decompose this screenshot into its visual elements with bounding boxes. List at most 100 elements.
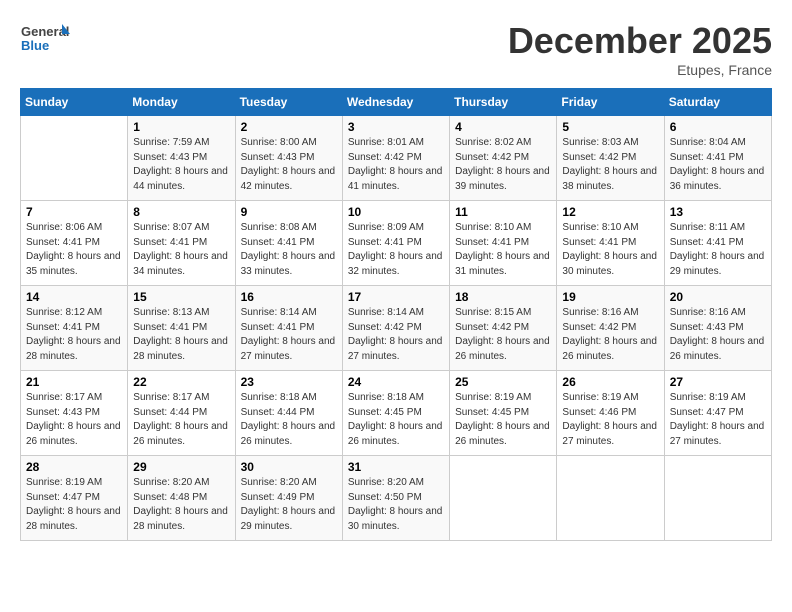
- calendar-cell: 27 Sunrise: 8:19 AMSunset: 4:47 PMDaylig…: [664, 371, 771, 456]
- calendar-cell: 18 Sunrise: 8:15 AMSunset: 4:42 PMDaylig…: [450, 286, 557, 371]
- calendar-cell: 9 Sunrise: 8:08 AMSunset: 4:41 PMDayligh…: [235, 201, 342, 286]
- day-info: Sunrise: 8:15 AMSunset: 4:42 PMDaylight:…: [455, 306, 551, 364]
- day-number: 9: [241, 205, 337, 219]
- day-info: Sunrise: 8:00 AMSunset: 4:43 PMDaylight:…: [241, 136, 337, 194]
- calendar-cell: 30 Sunrise: 8:20 AMSunset: 4:49 PMDaylig…: [235, 456, 342, 541]
- day-info: Sunrise: 8:03 AMSunset: 4:42 PMDaylight:…: [562, 136, 658, 194]
- calendar-cell: 1 Sunrise: 7:59 AMSunset: 4:43 PMDayligh…: [128, 116, 235, 201]
- calendar-cell: 21 Sunrise: 8:17 AMSunset: 4:43 PMDaylig…: [21, 371, 128, 456]
- calendar-cell: [557, 456, 664, 541]
- day-number: 21: [26, 375, 122, 389]
- calendar-cell: 16 Sunrise: 8:14 AMSunset: 4:41 PMDaylig…: [235, 286, 342, 371]
- calendar-cell: 20 Sunrise: 8:16 AMSunset: 4:43 PMDaylig…: [664, 286, 771, 371]
- calendar-cell: 23 Sunrise: 8:18 AMSunset: 4:44 PMDaylig…: [235, 371, 342, 456]
- day-info: Sunrise: 8:18 AMSunset: 4:45 PMDaylight:…: [348, 391, 444, 449]
- day-number: 18: [455, 290, 551, 304]
- calendar-cell: 25 Sunrise: 8:19 AMSunset: 4:45 PMDaylig…: [450, 371, 557, 456]
- calendar-cell: 24 Sunrise: 8:18 AMSunset: 4:45 PMDaylig…: [342, 371, 449, 456]
- day-info: Sunrise: 8:20 AMSunset: 4:50 PMDaylight:…: [348, 476, 444, 534]
- calendar-cell: 5 Sunrise: 8:03 AMSunset: 4:42 PMDayligh…: [557, 116, 664, 201]
- day-number: 1: [133, 120, 229, 134]
- calendar-cell: [450, 456, 557, 541]
- day-number: 7: [26, 205, 122, 219]
- calendar-cell: 15 Sunrise: 8:13 AMSunset: 4:41 PMDaylig…: [128, 286, 235, 371]
- day-info: Sunrise: 8:19 AMSunset: 4:46 PMDaylight:…: [562, 391, 658, 449]
- calendar-cell: 29 Sunrise: 8:20 AMSunset: 4:48 PMDaylig…: [128, 456, 235, 541]
- calendar-cell: 2 Sunrise: 8:00 AMSunset: 4:43 PMDayligh…: [235, 116, 342, 201]
- day-info: Sunrise: 8:17 AMSunset: 4:43 PMDaylight:…: [26, 391, 122, 449]
- day-number: 13: [670, 205, 766, 219]
- logo-svg: General Blue: [20, 20, 70, 65]
- weekday-header: Wednesday: [342, 89, 449, 116]
- weekday-header: Saturday: [664, 89, 771, 116]
- day-number: 14: [26, 290, 122, 304]
- day-number: 3: [348, 120, 444, 134]
- day-number: 10: [348, 205, 444, 219]
- weekday-header: Tuesday: [235, 89, 342, 116]
- day-info: Sunrise: 8:04 AMSunset: 4:41 PMDaylight:…: [670, 136, 766, 194]
- calendar-cell: 7 Sunrise: 8:06 AMSunset: 4:41 PMDayligh…: [21, 201, 128, 286]
- day-number: 16: [241, 290, 337, 304]
- day-number: 12: [562, 205, 658, 219]
- day-number: 22: [133, 375, 229, 389]
- day-info: Sunrise: 8:14 AMSunset: 4:41 PMDaylight:…: [241, 306, 337, 364]
- day-number: 20: [670, 290, 766, 304]
- day-info: Sunrise: 8:14 AMSunset: 4:42 PMDaylight:…: [348, 306, 444, 364]
- calendar-cell: 3 Sunrise: 8:01 AMSunset: 4:42 PMDayligh…: [342, 116, 449, 201]
- day-number: 4: [455, 120, 551, 134]
- calendar-week-row: 21 Sunrise: 8:17 AMSunset: 4:43 PMDaylig…: [21, 371, 772, 456]
- calendar-cell: [664, 456, 771, 541]
- page-header: General Blue December 2025 Etupes, Franc…: [20, 20, 772, 78]
- calendar-cell: 8 Sunrise: 8:07 AMSunset: 4:41 PMDayligh…: [128, 201, 235, 286]
- calendar-cell: [21, 116, 128, 201]
- calendar-week-row: 1 Sunrise: 7:59 AMSunset: 4:43 PMDayligh…: [21, 116, 772, 201]
- day-info: Sunrise: 8:01 AMSunset: 4:42 PMDaylight:…: [348, 136, 444, 194]
- calendar-week-row: 14 Sunrise: 8:12 AMSunset: 4:41 PMDaylig…: [21, 286, 772, 371]
- month-title: December 2025: [508, 20, 772, 62]
- day-number: 24: [348, 375, 444, 389]
- day-number: 26: [562, 375, 658, 389]
- calendar-week-row: 7 Sunrise: 8:06 AMSunset: 4:41 PMDayligh…: [21, 201, 772, 286]
- day-number: 29: [133, 460, 229, 474]
- day-info: Sunrise: 8:02 AMSunset: 4:42 PMDaylight:…: [455, 136, 551, 194]
- calendar-cell: 13 Sunrise: 8:11 AMSunset: 4:41 PMDaylig…: [664, 201, 771, 286]
- calendar-week-row: 28 Sunrise: 8:19 AMSunset: 4:47 PMDaylig…: [21, 456, 772, 541]
- day-info: Sunrise: 8:12 AMSunset: 4:41 PMDaylight:…: [26, 306, 122, 364]
- day-info: Sunrise: 8:16 AMSunset: 4:43 PMDaylight:…: [670, 306, 766, 364]
- calendar-cell: 19 Sunrise: 8:16 AMSunset: 4:42 PMDaylig…: [557, 286, 664, 371]
- day-info: Sunrise: 8:07 AMSunset: 4:41 PMDaylight:…: [133, 221, 229, 279]
- day-number: 6: [670, 120, 766, 134]
- calendar-cell: 4 Sunrise: 8:02 AMSunset: 4:42 PMDayligh…: [450, 116, 557, 201]
- day-info: Sunrise: 8:19 AMSunset: 4:45 PMDaylight:…: [455, 391, 551, 449]
- day-info: Sunrise: 7:59 AMSunset: 4:43 PMDaylight:…: [133, 136, 229, 194]
- weekday-header-row: SundayMondayTuesdayWednesdayThursdayFrid…: [21, 89, 772, 116]
- calendar-table: SundayMondayTuesdayWednesdayThursdayFrid…: [20, 88, 772, 541]
- day-info: Sunrise: 8:09 AMSunset: 4:41 PMDaylight:…: [348, 221, 444, 279]
- weekday-header: Thursday: [450, 89, 557, 116]
- day-number: 8: [133, 205, 229, 219]
- day-number: 19: [562, 290, 658, 304]
- location-label: Etupes, France: [508, 62, 772, 78]
- day-number: 28: [26, 460, 122, 474]
- day-number: 11: [455, 205, 551, 219]
- calendar-cell: 14 Sunrise: 8:12 AMSunset: 4:41 PMDaylig…: [21, 286, 128, 371]
- day-number: 27: [670, 375, 766, 389]
- day-info: Sunrise: 8:19 AMSunset: 4:47 PMDaylight:…: [26, 476, 122, 534]
- calendar-cell: 31 Sunrise: 8:20 AMSunset: 4:50 PMDaylig…: [342, 456, 449, 541]
- weekday-header: Friday: [557, 89, 664, 116]
- day-info: Sunrise: 8:10 AMSunset: 4:41 PMDaylight:…: [455, 221, 551, 279]
- calendar-cell: 22 Sunrise: 8:17 AMSunset: 4:44 PMDaylig…: [128, 371, 235, 456]
- calendar-cell: 28 Sunrise: 8:19 AMSunset: 4:47 PMDaylig…: [21, 456, 128, 541]
- calendar-cell: 26 Sunrise: 8:19 AMSunset: 4:46 PMDaylig…: [557, 371, 664, 456]
- day-info: Sunrise: 8:16 AMSunset: 4:42 PMDaylight:…: [562, 306, 658, 364]
- day-info: Sunrise: 8:20 AMSunset: 4:49 PMDaylight:…: [241, 476, 337, 534]
- day-number: 17: [348, 290, 444, 304]
- day-info: Sunrise: 8:17 AMSunset: 4:44 PMDaylight:…: [133, 391, 229, 449]
- day-info: Sunrise: 8:20 AMSunset: 4:48 PMDaylight:…: [133, 476, 229, 534]
- day-info: Sunrise: 8:06 AMSunset: 4:41 PMDaylight:…: [26, 221, 122, 279]
- day-number: 23: [241, 375, 337, 389]
- day-info: Sunrise: 8:10 AMSunset: 4:41 PMDaylight:…: [562, 221, 658, 279]
- day-info: Sunrise: 8:19 AMSunset: 4:47 PMDaylight:…: [670, 391, 766, 449]
- day-number: 25: [455, 375, 551, 389]
- calendar-cell: 6 Sunrise: 8:04 AMSunset: 4:41 PMDayligh…: [664, 116, 771, 201]
